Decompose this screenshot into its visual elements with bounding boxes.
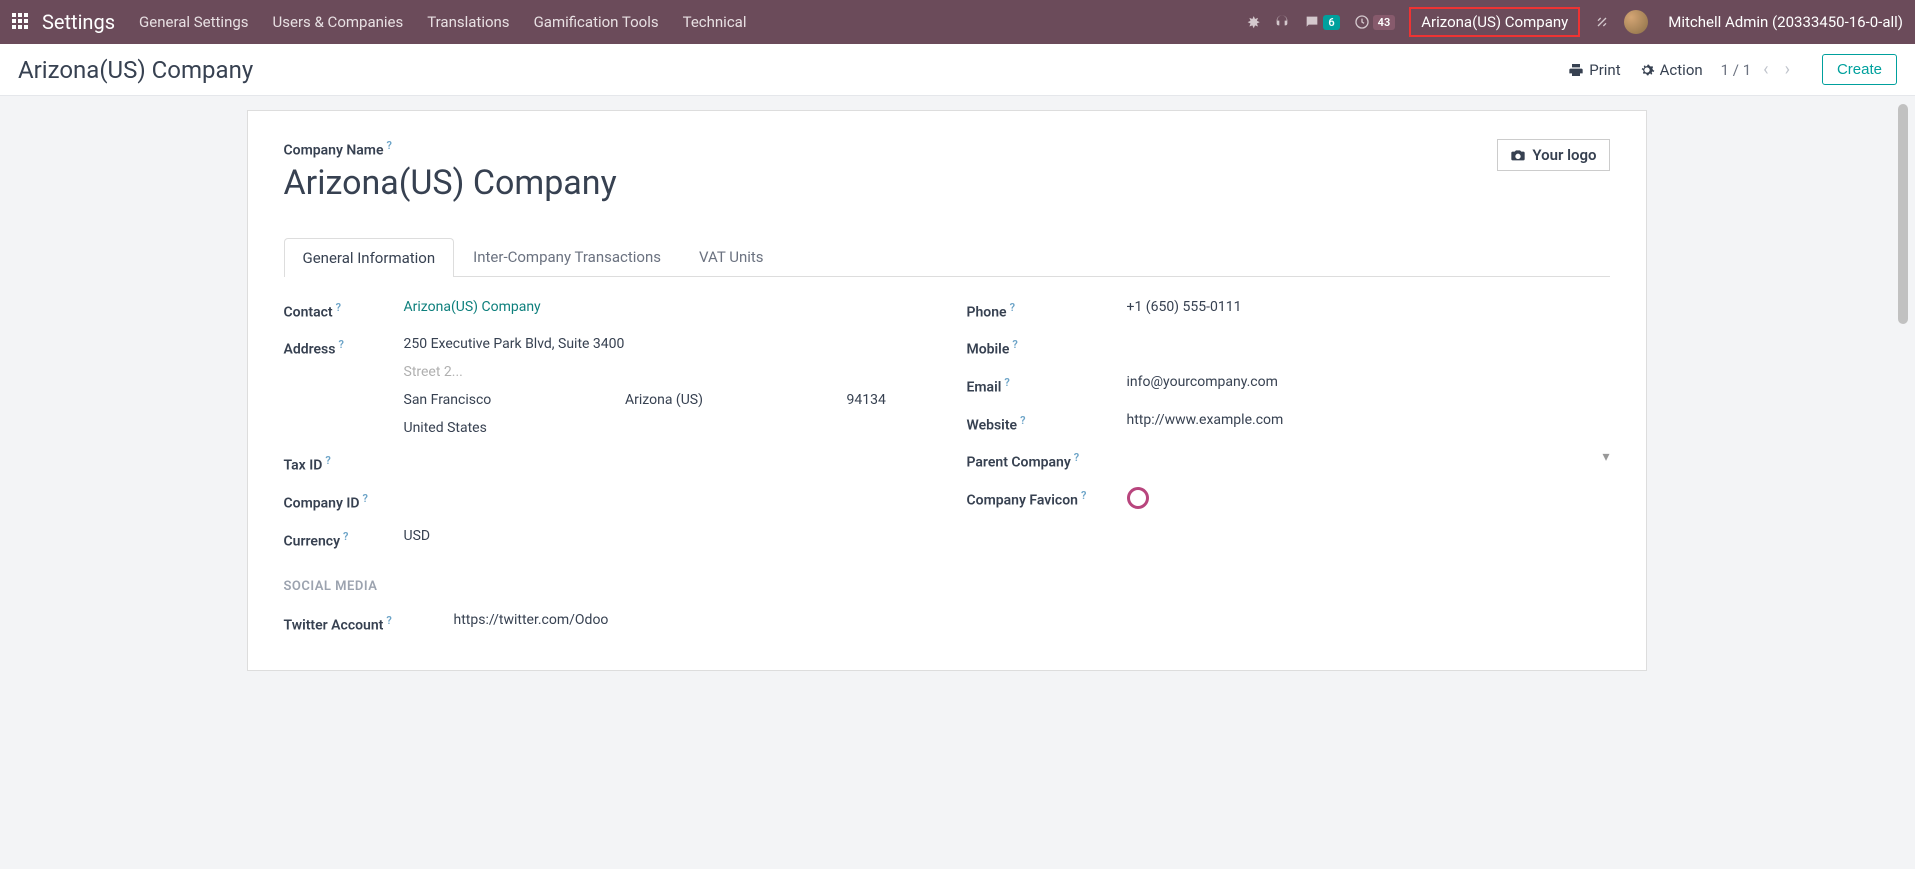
scroll-thumb[interactable] (1898, 104, 1908, 324)
company-id-label: Company ID? (284, 490, 404, 512)
support-icon[interactable] (1274, 14, 1290, 30)
help-icon[interactable]: ? (1020, 414, 1025, 427)
address-block: 250 Executive Park Blvd, Suite 3400 Stre… (404, 336, 927, 436)
zip-field[interactable]: 94134 (847, 392, 927, 408)
right-column: Phone? +1 (650) 555-0111 Mobile? Email? … (967, 299, 1610, 650)
content-wrap: Company Name? Arizona(US) Company Your l… (0, 96, 1915, 671)
website-field[interactable]: http://www.example.com (1127, 412, 1610, 428)
pager-next[interactable]: › (1781, 59, 1794, 80)
company-switcher[interactable]: Arizona(US) Company (1409, 7, 1580, 37)
pager: 1 / 1 ‹ › (1721, 59, 1794, 80)
print-icon (1568, 62, 1584, 78)
nav-menu: General Settings Users & Companies Trans… (139, 13, 1247, 31)
form-card: Company Name? Arizona(US) Company Your l… (247, 110, 1647, 671)
activities-icon[interactable]: 43 (1354, 14, 1396, 30)
help-icon[interactable]: ? (343, 530, 348, 543)
address-label: Address? (284, 336, 404, 358)
company-name-label: Company Name? (284, 139, 617, 159)
tab-inter-company[interactable]: Inter-Company Transactions (454, 237, 680, 276)
tab-general-information[interactable]: General Information (284, 238, 455, 277)
pager-value: 1 / 1 (1721, 61, 1752, 79)
social-media-header: SOCIAL MEDIA (284, 579, 927, 594)
tools-icon[interactable] (1594, 14, 1610, 30)
help-icon[interactable]: ? (1004, 376, 1009, 389)
print-label: Print (1589, 61, 1620, 79)
street-field[interactable]: 250 Executive Park Blvd, Suite 3400 (404, 336, 927, 352)
your-logo-button[interactable]: Your logo (1497, 139, 1609, 171)
favicon-image[interactable] (1127, 487, 1149, 509)
country-field[interactable]: United States (404, 420, 927, 436)
messages-badge: 6 (1323, 15, 1339, 30)
help-icon[interactable]: ? (325, 454, 330, 467)
create-button[interactable]: Create (1822, 54, 1897, 85)
help-icon[interactable]: ? (387, 139, 392, 152)
messages-icon[interactable]: 6 (1304, 14, 1339, 30)
parent-company-field[interactable]: ▾ (1127, 449, 1610, 465)
app-brand[interactable]: Settings (42, 10, 115, 34)
action-label: Action (1660, 61, 1703, 79)
toolbar: Arizona(US) Company Print Action 1 / 1 ‹… (0, 44, 1915, 96)
toolbar-right: Print Action 1 / 1 ‹ › Create (1568, 54, 1897, 85)
tabs: General Information Inter-Company Transa… (284, 237, 1610, 277)
city-field[interactable]: San Francisco (404, 392, 614, 408)
topbar-right: ✸ 6 43 Arizona(US) Company Mitchell Admi… (1247, 7, 1903, 37)
twitter-label: Twitter Account? (284, 612, 454, 634)
tab-vat-units[interactable]: VAT Units (680, 237, 783, 276)
street2-field[interactable]: Street 2... (404, 364, 927, 380)
top-navbar: Settings General Settings Users & Compan… (0, 0, 1915, 44)
scrollbar[interactable] (1893, 96, 1911, 671)
nav-general-settings[interactable]: General Settings (139, 13, 249, 31)
email-field[interactable]: info@yourcompany.com (1127, 374, 1610, 390)
avatar[interactable] (1624, 10, 1648, 34)
email-label: Email? (967, 374, 1127, 396)
breadcrumb: Arizona(US) Company (18, 56, 253, 84)
contact-label: Contact? (284, 299, 404, 321)
nav-translations[interactable]: Translations (427, 13, 509, 31)
parent-company-label: Parent Company? (967, 449, 1127, 471)
help-icon[interactable]: ? (336, 301, 341, 314)
gear-icon (1639, 62, 1655, 78)
help-icon[interactable]: ? (1081, 489, 1086, 502)
nav-gamification[interactable]: Gamification Tools (534, 13, 659, 31)
help-icon[interactable]: ? (1074, 451, 1079, 464)
help-icon[interactable]: ? (1012, 338, 1017, 351)
nav-technical[interactable]: Technical (683, 13, 747, 31)
chevron-down-icon[interactable]: ▾ (1602, 449, 1609, 465)
mobile-label: Mobile? (967, 336, 1127, 358)
contact-link[interactable]: Arizona(US) Company (404, 299, 541, 315)
help-icon[interactable]: ? (363, 492, 368, 505)
print-button[interactable]: Print (1568, 61, 1620, 79)
pager-prev[interactable]: ‹ (1759, 59, 1772, 80)
help-icon[interactable]: ? (1010, 301, 1015, 314)
website-label: Website? (967, 412, 1127, 434)
help-icon[interactable]: ? (386, 614, 391, 627)
apps-icon[interactable] (12, 13, 30, 31)
phone-field[interactable]: +1 (650) 555-0111 (1127, 299, 1610, 315)
state-field[interactable]: Arizona (US) (625, 392, 835, 408)
camera-icon (1510, 147, 1526, 163)
tax-id-label: Tax ID? (284, 452, 404, 474)
phone-label: Phone? (967, 299, 1127, 321)
company-name-value[interactable]: Arizona(US) Company (284, 163, 617, 203)
activities-badge: 43 (1373, 15, 1396, 30)
bug-icon[interactable]: ✸ (1247, 13, 1260, 32)
nav-users-companies[interactable]: Users & Companies (273, 13, 404, 31)
currency-field[interactable]: USD (404, 528, 927, 544)
left-column: Contact? Arizona(US) Company Address? 25… (284, 299, 927, 650)
favicon-label: Company Favicon? (967, 487, 1127, 509)
action-button[interactable]: Action (1639, 61, 1703, 79)
user-name[interactable]: Mitchell Admin (20333450-16-0-all) (1668, 13, 1903, 31)
help-icon[interactable]: ? (338, 338, 343, 351)
currency-label: Currency? (284, 528, 404, 550)
twitter-field[interactable]: https://twitter.com/Odoo (454, 612, 927, 628)
